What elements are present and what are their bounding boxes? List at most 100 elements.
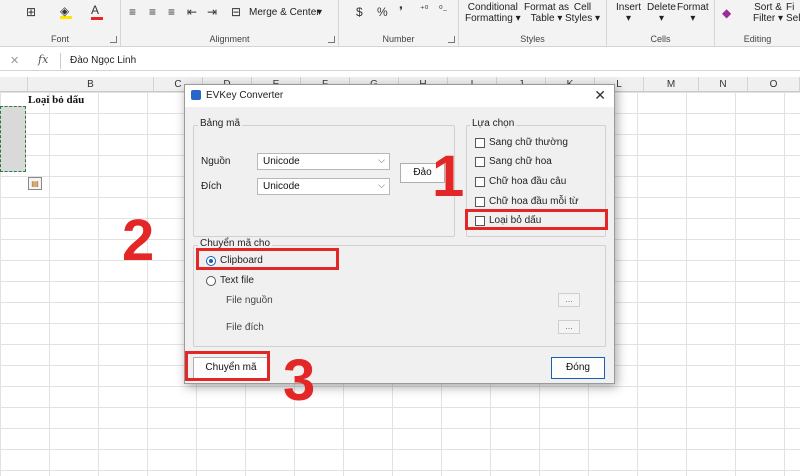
checkbox-chu-hoa-dau-cau[interactable]: Chữ hoa đầu câu	[475, 176, 566, 187]
sort-filter-button[interactable]: Sort & Filter ▾	[753, 2, 783, 24]
column-header-o[interactable]: O	[748, 77, 800, 92]
dich-select[interactable]: Unicode ⌵	[257, 178, 390, 195]
ribbon: ⊞ ◈ A Font ≡ ≡ ≡ ⇤ ⇥ ⊟ Merge & Center ▾ …	[0, 0, 800, 47]
font-group-label: Font	[50, 34, 69, 44]
decrease-decimal-icon[interactable]: ⁰₋	[439, 4, 447, 15]
alignment-group: ≡ ≡ ≡ ⇤ ⇥ ⊟ Merge & Center ▾ Alignment	[121, 0, 339, 47]
nguon-select[interactable]: Unicode ⌵	[257, 153, 390, 170]
fill-color-icon[interactable]: ◈	[60, 4, 72, 19]
sort-filter-line1: Sort &	[754, 2, 782, 13]
align-left-icon[interactable]: ≡	[129, 5, 136, 19]
step-number-3: 3	[283, 348, 316, 413]
checkbox-chu-hoa-dau-moi-tu[interactable]: Chữ hoa đầu mỗi từ	[475, 196, 579, 207]
borders-icon[interactable]: ⊞	[26, 5, 36, 19]
step-number-1: 1	[432, 144, 465, 209]
checkbox-label: Chữ hoa đầu mỗi từ	[489, 196, 579, 207]
styles-group: Conditional Formatting ▾ Format as Table…	[459, 0, 607, 47]
insert-label: Insert	[616, 2, 642, 13]
formula-separator	[60, 53, 61, 69]
cancel-icon[interactable]: ✕	[10, 54, 19, 67]
copied-range[interactable]	[0, 106, 26, 172]
format-as-table-button[interactable]: Format as Table ▾	[524, 2, 569, 24]
cell-b1[interactable]: Loại bỏ dấu	[28, 94, 84, 106]
highlight-loai-bo-dau	[465, 209, 608, 230]
number-launcher-icon[interactable]	[448, 36, 455, 43]
dialog-titlebar[interactable]: EVKey Converter ✕	[185, 85, 614, 107]
close-button[interactable]: Đóng	[551, 357, 605, 379]
chevron-down-icon: ⌵	[378, 180, 385, 190]
evkey-converter-dialog: EVKey Converter ✕ Bảng mã Nguồn Unicode …	[184, 84, 615, 384]
checkbox-sang-chu-thuong[interactable]: Sang chữ thường	[475, 137, 568, 148]
checkbox-sang-chu-hoa[interactable]: Sang chữ hoa	[475, 156, 552, 167]
format-label: Format	[677, 2, 709, 13]
font-color-icon[interactable]: A	[91, 3, 103, 20]
increase-decimal-icon[interactable]: ⁺⁰	[420, 4, 428, 15]
dich-label: Đích	[201, 181, 222, 192]
cell-styles-line1: Cell	[573, 2, 592, 13]
conditional-formatting-button[interactable]: Conditional Formatting ▾	[465, 2, 521, 24]
file-dich-browse-button[interactable]: ...	[558, 320, 580, 334]
formula-input[interactable]: Đào Ngọc Linh	[70, 55, 136, 66]
step-number-2: 2	[122, 208, 155, 273]
cell-styles-button[interactable]: Cell Styles ▾	[565, 2, 600, 24]
sort-filter-line2: Filter	[753, 13, 776, 24]
bang-ma-legend: Bảng mã	[198, 118, 243, 129]
percent-icon[interactable]: %	[377, 5, 388, 19]
find-select-button[interactable]: Fi Sel	[786, 2, 800, 24]
formula-bar: ✕ fx Đào Ngọc Linh	[0, 51, 800, 71]
paste-options-icon[interactable]: ▤	[28, 177, 42, 190]
checkbox-box	[475, 196, 485, 207]
checkbox-box	[475, 176, 485, 187]
currency-icon[interactable]: $	[356, 5, 363, 19]
radio-text-file[interactable]: Text file	[206, 275, 254, 286]
radio-label: Text file	[220, 275, 254, 286]
column-header-b[interactable]: B	[28, 77, 154, 92]
format-as-table-line2: Table	[530, 13, 555, 24]
align-right-icon[interactable]: ≡	[168, 5, 175, 19]
file-nguon-browse-button[interactable]: ...	[558, 293, 580, 307]
merge-icon[interactable]: ⊟	[231, 5, 241, 19]
delete-label: Delete	[647, 2, 676, 13]
checkbox-box	[475, 137, 485, 148]
conditional-formatting-line2: Formatting	[465, 13, 513, 24]
insert-button[interactable]: Insert ▾	[616, 2, 641, 24]
comma-style-icon[interactable]: ❜	[399, 4, 403, 18]
merge-center-button[interactable]: Merge & Center	[249, 7, 320, 18]
lua-chon-legend: Lựa chọn	[470, 118, 517, 129]
cell-styles-line2: Styles	[565, 13, 593, 24]
cells-group: Insert ▾ Delete ▾ Format ▾ Cells	[607, 0, 715, 47]
font-launcher-icon[interactable]	[110, 36, 117, 43]
file-nguon-label: File nguồn	[226, 295, 273, 306]
align-center-icon[interactable]: ≡	[149, 5, 156, 19]
nguon-label: Nguồn	[201, 156, 231, 167]
column-header-m[interactable]: M	[644, 77, 699, 92]
number-group-label: Number	[382, 34, 415, 44]
alignment-launcher-icon[interactable]	[328, 36, 335, 43]
evkey-app-icon	[191, 90, 201, 100]
highlight-convert-button	[185, 351, 270, 381]
editing-group: ◆ Sort & Filter ▾ Fi Sel Editing	[715, 0, 800, 47]
merge-dropdown-icon[interactable]: ▾	[317, 7, 322, 18]
nguon-select-value: Unicode	[263, 156, 300, 167]
conditional-formatting-line1: Conditional	[467, 2, 518, 13]
clear-icon[interactable]: ◆	[722, 6, 731, 20]
format-button[interactable]: Format ▾	[677, 2, 709, 24]
editing-group-label: Editing	[743, 34, 772, 44]
styles-group-label: Styles	[520, 34, 545, 44]
format-as-table-line1: Format as	[524, 2, 570, 13]
column-header-n[interactable]: N	[699, 77, 748, 92]
find-select-line2: Sel	[786, 13, 800, 24]
alignment-group-label: Alignment	[209, 34, 250, 44]
corner-cell[interactable]	[0, 77, 28, 92]
delete-button[interactable]: Delete ▾	[647, 2, 676, 24]
font-group: ⊞ ◈ A Font	[0, 0, 121, 47]
indent-decrease-icon[interactable]: ⇤	[187, 5, 197, 19]
dich-select-value: Unicode	[263, 181, 300, 192]
dialog-title: EVKey Converter	[206, 90, 284, 101]
checkbox-label: Chữ hoa đầu câu	[489, 176, 567, 187]
close-icon[interactable]: ✕	[594, 87, 606, 104]
checkbox-label: Sang chữ thường	[489, 137, 568, 148]
indent-increase-icon[interactable]: ⇥	[207, 5, 217, 19]
cells-group-label: Cells	[650, 34, 671, 44]
function-icon[interactable]: fx	[38, 53, 48, 66]
